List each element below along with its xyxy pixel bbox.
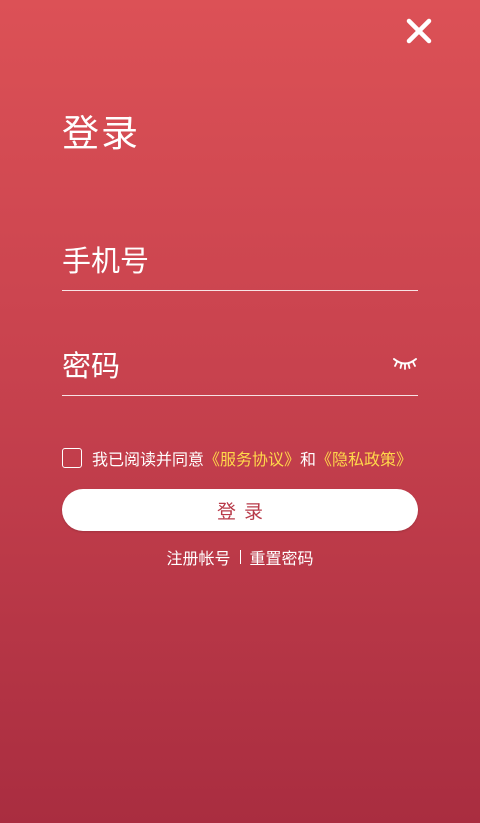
phone-field — [62, 238, 418, 291]
privacy-policy-link[interactable]: 《隐私政策》 — [316, 446, 412, 470]
login-screen: 登录 我已阅读并同意 《服务协议》 和 《隐私政策》 登录 注册帐号 重置密码 — [0, 0, 480, 823]
login-button[interactable]: 登录 — [62, 489, 418, 531]
agreement-text: 我已阅读并同意 — [92, 450, 205, 469]
service-agreement-link[interactable]: 《服务协议》 — [204, 446, 300, 470]
account-links: 注册帐号 重置密码 — [0, 545, 480, 569]
close-icon — [406, 18, 432, 44]
agreement-and-text: 和 — [300, 450, 317, 469]
password-field — [62, 343, 418, 396]
eye-closed-icon — [393, 358, 417, 370]
agreement-row: 我已阅读并同意 《服务协议》 和 《隐私政策》 — [62, 446, 412, 470]
password-visibility-toggle[interactable] — [392, 353, 418, 373]
agreement-checkbox[interactable] — [62, 448, 82, 468]
link-divider — [239, 550, 241, 564]
reset-password-link[interactable]: 重置密码 — [250, 545, 314, 569]
register-link[interactable]: 注册帐号 — [166, 545, 230, 569]
page-title: 登录 — [62, 112, 140, 155]
password-input[interactable] — [62, 343, 418, 389]
phone-input[interactable] — [62, 238, 418, 284]
close-button[interactable] — [402, 14, 436, 48]
